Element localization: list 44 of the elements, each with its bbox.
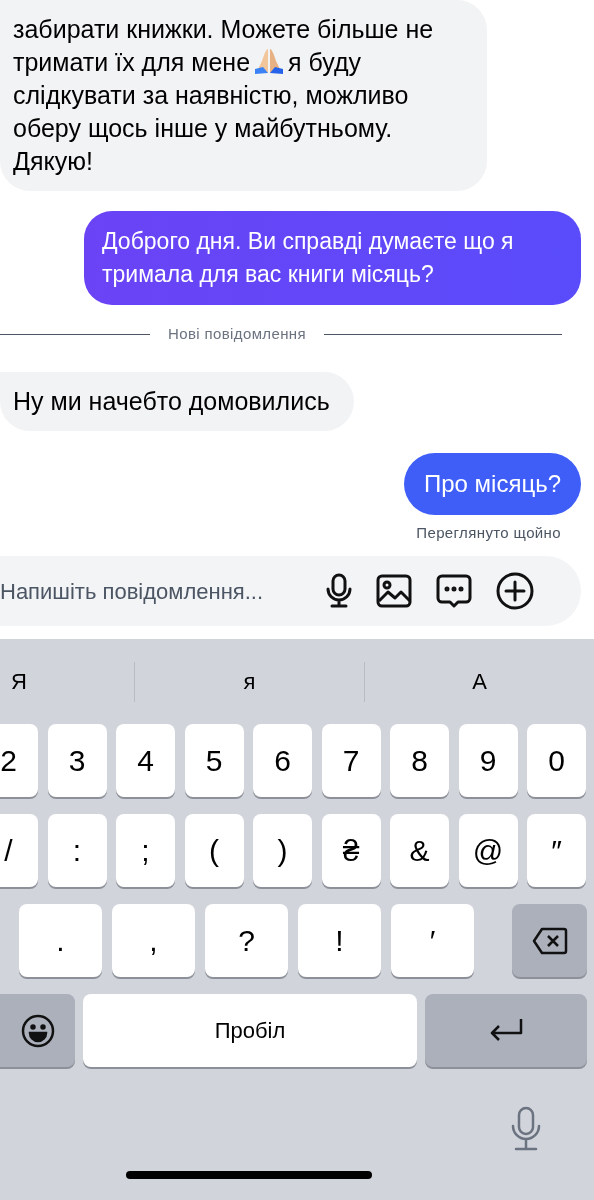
- keyboard-key[interactable]: /: [0, 814, 38, 887]
- sent-message: Доброго дня. Ви справді думаєте що я тримала для вас книги місяць?: [84, 211, 581, 305]
- keyboard-key[interactable]: &: [390, 814, 449, 887]
- keyboard-key[interactable]: 2: [0, 724, 38, 797]
- suggestion[interactable]: Я: [11, 665, 27, 698]
- keyboard-key[interactable]: 5: [184, 724, 244, 797]
- keyboard-key[interactable]: ′: [391, 904, 474, 977]
- suggestion[interactable]: А: [472, 665, 487, 698]
- keyboard-key[interactable]: ?: [205, 904, 288, 977]
- keyboard-key[interactable]: 4: [116, 724, 175, 797]
- backspace-icon: [531, 926, 568, 955]
- new-messages-divider-label: Нові повідомлення: [167, 324, 307, 344]
- seen-status: Переглянуто щойно: [416, 522, 561, 543]
- keyboard-key[interactable]: (: [184, 814, 244, 887]
- keyboard-key[interactable]: .: [19, 904, 102, 977]
- message-composer[interactable]: Напишіть повідомлення...: [0, 556, 581, 626]
- microphone-icon[interactable]: [326, 573, 352, 609]
- smiley-icon: [20, 1013, 55, 1048]
- keyboard-key[interactable]: ″: [527, 814, 586, 887]
- keyboard-key[interactable]: 3: [47, 724, 107, 797]
- message-input[interactable]: Напишіть повідомлення...: [0, 574, 314, 608]
- emoji-key[interactable]: [0, 994, 75, 1067]
- keyboard-key[interactable]: @: [458, 814, 518, 887]
- keyboard-key[interactable]: ₴: [321, 814, 381, 887]
- backspace-key[interactable]: [512, 904, 587, 977]
- keyboard-key[interactable]: 9: [458, 724, 518, 797]
- keyboard-key[interactable]: 0: [527, 724, 586, 797]
- received-message: забирати книжки. Можете більше не тримати їх для мене я буду слідкувати за наявністю, можливо оберу щось інше у майбутньому. Дякую!: [0, 0, 487, 191]
- chat-bubble-icon[interactable]: [436, 574, 472, 608]
- keyboard-key[interactable]: ): [253, 814, 312, 887]
- received-message: Ну ми начебто домовились: [0, 371, 354, 431]
- suggestion[interactable]: я: [243, 665, 256, 698]
- space-key[interactable]: Пробіл: [83, 994, 417, 1067]
- keyboard-key[interactable]: :: [47, 814, 107, 887]
- keyboard-key[interactable]: 8: [390, 724, 449, 797]
- keyboard-key[interactable]: 7: [321, 724, 381, 797]
- add-icon[interactable]: [496, 572, 534, 610]
- sent-message: Про місяць?: [403, 452, 581, 515]
- keyboard-key[interactable]: ;: [116, 814, 175, 887]
- keyboard-key[interactable]: 6: [253, 724, 312, 797]
- image-icon[interactable]: [376, 574, 412, 608]
- keyboard-key[interactable]: !: [298, 904, 381, 977]
- keyboard-key[interactable]: ,: [112, 904, 195, 977]
- praying-hands-icon: [254, 47, 285, 75]
